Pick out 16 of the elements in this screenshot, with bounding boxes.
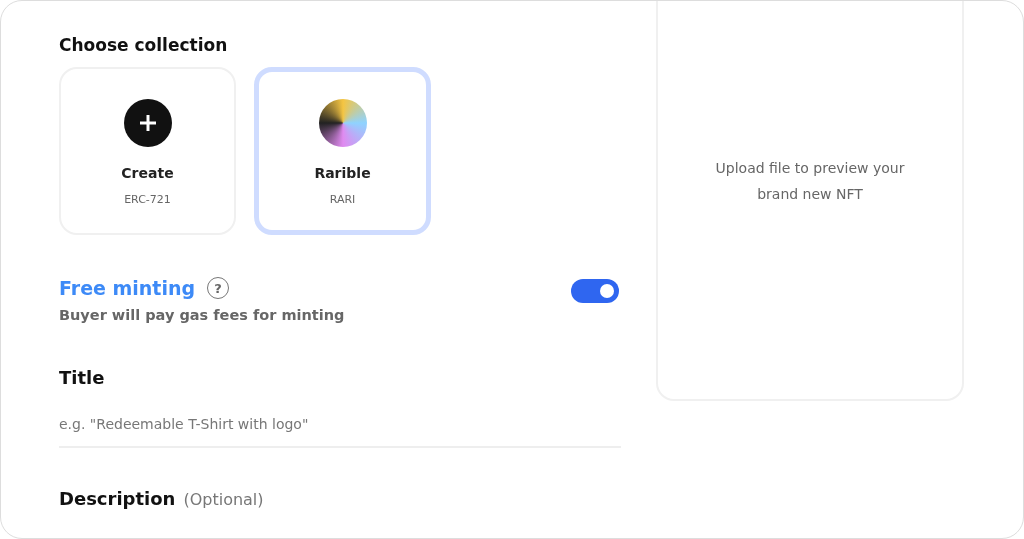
optional-hint: (Optional): [183, 490, 264, 509]
toggle-switch[interactable]: [571, 279, 619, 303]
collection-name: Rarible: [314, 165, 371, 181]
field-label: Description: [59, 488, 176, 509]
section-heading: Choose collection: [59, 35, 229, 57]
free-minting-description: Buyer will pay gas fees for minting: [59, 307, 345, 323]
plus-icon: [123, 99, 172, 147]
collection-subtitle: RARI: [329, 193, 356, 206]
collection-name: Create: [121, 165, 174, 181]
logo-icon: [318, 99, 367, 147]
collection-card[interactable]: Rarible RARI: [254, 67, 431, 235]
collection-subtitle: ERC-721: [124, 193, 171, 206]
collection-card[interactable]: Create ERC-721: [59, 67, 236, 235]
free-minting-title: Free minting: [59, 277, 196, 299]
field-label: Title: [59, 367, 106, 388]
preview-text: Upload file to preview your brand new NFT: [714, 159, 906, 204]
